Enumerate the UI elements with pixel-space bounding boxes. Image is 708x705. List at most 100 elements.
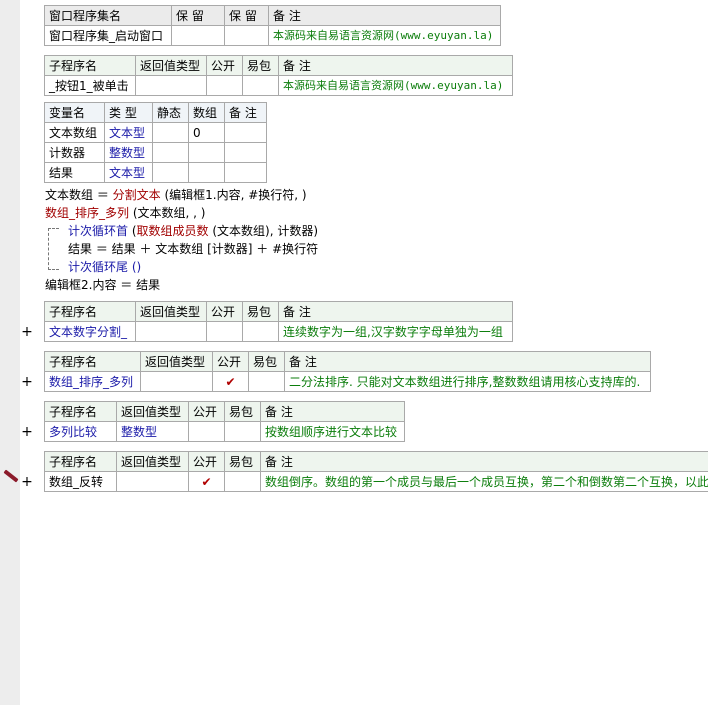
return-type[interactable]: [135, 321, 207, 342]
sub-name[interactable]: _按钮1_被单击: [44, 75, 136, 96]
sub-table-array-sort: 子程序名 返回值类型 公开 易包 备 注 数组_排序_多列 ✔ 二分法排序. 只…: [44, 351, 651, 392]
var-remark[interactable]: [224, 162, 267, 183]
code-text: (文本数组, , ): [129, 206, 206, 220]
var-name[interactable]: 文本数组: [44, 122, 105, 143]
header-array: 数组: [188, 102, 225, 123]
header-remark: 备 注: [278, 55, 513, 76]
epkg-flag[interactable]: [248, 371, 285, 392]
var-static[interactable]: [152, 142, 189, 163]
var-remark[interactable]: [224, 122, 267, 143]
code-line[interactable]: 计次循环首 (取数组成员数 (文本数组), 计数器): [68, 222, 318, 240]
public-flag[interactable]: [188, 421, 225, 442]
var-array[interactable]: [188, 142, 225, 163]
header-epkg: 易包: [242, 55, 279, 76]
header-reserved: 保 留: [224, 5, 269, 26]
expand-button[interactable]: +: [21, 325, 33, 339]
loop-guide-line: [48, 228, 59, 270]
code-line[interactable]: 结果 ＝ 结果 ＋ 文本数组 [计数器] ＋ #换行符: [68, 240, 318, 258]
code-text: 文本数组 ＝: [45, 188, 113, 202]
assembly-name[interactable]: 窗口程序集_启动窗口: [44, 25, 172, 46]
header-sub-name: 子程序名: [44, 55, 136, 76]
header-return-type: 返回值类型: [135, 55, 207, 76]
code-command: 分割文本: [112, 188, 161, 202]
header-return-type: 返回值类型: [116, 401, 189, 422]
code-text: (文本数组), 计数器): [208, 224, 319, 238]
expand-button[interactable]: +: [21, 475, 33, 489]
header-return-type: 返回值类型: [140, 351, 213, 372]
header-remark: 备 注: [260, 451, 708, 472]
header-remark: 备 注: [224, 102, 267, 123]
sub-remark[interactable]: 本源码来自易语言资源网(www.eyuyan.la): [278, 75, 513, 96]
header-epkg: 易包: [248, 351, 285, 372]
var-type[interactable]: 文本型: [104, 162, 153, 183]
sub-remark[interactable]: 连续数字为一组,汉字数字字母单独为一组: [278, 321, 513, 342]
var-static[interactable]: [152, 122, 189, 143]
public-flag[interactable]: [206, 321, 243, 342]
sub-remark[interactable]: 二分法排序. 只能对文本数组进行排序,整数数组请用核心支持库的.: [284, 371, 651, 392]
epkg-flag[interactable]: [224, 471, 261, 492]
public-flag[interactable]: [206, 75, 243, 96]
header-epkg: 易包: [224, 451, 261, 472]
sub-name[interactable]: 多列比较: [44, 421, 117, 442]
var-type[interactable]: 整数型: [104, 142, 153, 163]
header-epkg: 易包: [224, 401, 261, 422]
header-public: 公开: [206, 55, 243, 76]
window-assembly-table: 窗口程序集名 保 留 保 留 备 注 窗口程序集_启动窗口 本源码来自易语言资源…: [44, 5, 501, 46]
epkg-flag[interactable]: [242, 75, 279, 96]
code-line[interactable]: 编辑框2.内容 ＝ 结果: [45, 276, 160, 294]
var-array[interactable]: 0: [188, 122, 225, 143]
expand-button[interactable]: +: [21, 375, 33, 389]
sub-name[interactable]: 文本数字分割_: [44, 321, 136, 342]
header-sub-name: 子程序名: [44, 451, 117, 472]
header-remark: 备 注: [268, 5, 501, 26]
sub-name[interactable]: 数组_排序_多列: [44, 371, 141, 392]
table-row: 计数器 整数型: [44, 142, 267, 163]
code-editor[interactable]: 窗口程序集名 保 留 保 留 备 注 窗口程序集_启动窗口 本源码来自易语言资源…: [0, 0, 708, 705]
sub-table-array-reverse: 子程序名 返回值类型 公开 易包 备 注 数组_反转 ✔ 数组倒序。数组的第一个…: [44, 451, 708, 492]
header-public: 公开: [206, 301, 243, 322]
code-text: 结果 ＝ 结果 ＋ 文本数组 [计数器] ＋ #换行符: [68, 242, 319, 256]
var-type[interactable]: 文本型: [104, 122, 153, 143]
epkg-flag[interactable]: [224, 421, 261, 442]
expand-button[interactable]: +: [21, 425, 33, 439]
header-public: 公开: [188, 401, 225, 422]
header-remark: 备 注: [284, 351, 651, 372]
header-remark: 备 注: [260, 401, 405, 422]
table-row: 结果 文本型: [44, 162, 267, 183]
header-public: 公开: [212, 351, 249, 372]
public-check-icon[interactable]: ✔: [188, 471, 225, 492]
code-line[interactable]: 文本数组 ＝ 分割文本 (编辑框1.内容, #换行符, ): [45, 186, 307, 204]
var-remark[interactable]: [224, 142, 267, 163]
header-return-type: 返回值类型: [116, 451, 189, 472]
var-name[interactable]: 结果: [44, 162, 105, 183]
assembly-remark[interactable]: 本源码来自易语言资源网(www.eyuyan.la): [268, 25, 501, 46]
epkg-flag[interactable]: [242, 321, 279, 342]
var-name[interactable]: 计数器: [44, 142, 105, 163]
return-type[interactable]: [140, 371, 213, 392]
return-type[interactable]: 整数型: [116, 421, 189, 442]
reserved-cell[interactable]: [171, 25, 225, 46]
sub-remark[interactable]: 数组倒序。数组的第一个成员与最后一个成员互换，第二个和倒数第二个互换，以此: [260, 471, 708, 492]
var-static[interactable]: [152, 162, 189, 183]
code-line[interactable]: 数组_排序_多列 (文本数组, , ): [45, 204, 205, 222]
code-command: 取数组成员数: [136, 224, 209, 238]
header-return-type: 返回值类型: [135, 301, 207, 322]
reserved-cell[interactable]: [224, 25, 269, 46]
var-array[interactable]: [188, 162, 225, 183]
return-type[interactable]: [116, 471, 189, 492]
header-sub-name: 子程序名: [44, 301, 136, 322]
sub-table-text-split: 子程序名 返回值类型 公开 易包 备 注 文本数字分割_ 连续数字为一组,汉字数…: [44, 301, 513, 342]
sub-table-multi-compare: 子程序名 返回值类型 公开 易包 备 注 多列比较 整数型 按数组顺序进行文本比…: [44, 401, 405, 442]
return-type[interactable]: [135, 75, 207, 96]
sub-remark[interactable]: 按数组顺序进行文本比较: [260, 421, 405, 442]
code-flow-keyword: 计次循环尾 (): [68, 260, 142, 274]
header-public: 公开: [188, 451, 225, 472]
code-line[interactable]: 计次循环尾 (): [68, 258, 141, 276]
code-text: (编辑框1.内容, #换行符, ): [160, 188, 307, 202]
table-row: 文本数组 文本型 0: [44, 122, 267, 143]
code-text: 编辑框2.内容 ＝ 结果: [45, 278, 161, 292]
public-check-icon[interactable]: ✔: [212, 371, 249, 392]
header-epkg: 易包: [242, 301, 279, 322]
code-flow-keyword: 计次循环首: [68, 224, 129, 238]
sub-name[interactable]: 数组_反转: [44, 471, 117, 492]
